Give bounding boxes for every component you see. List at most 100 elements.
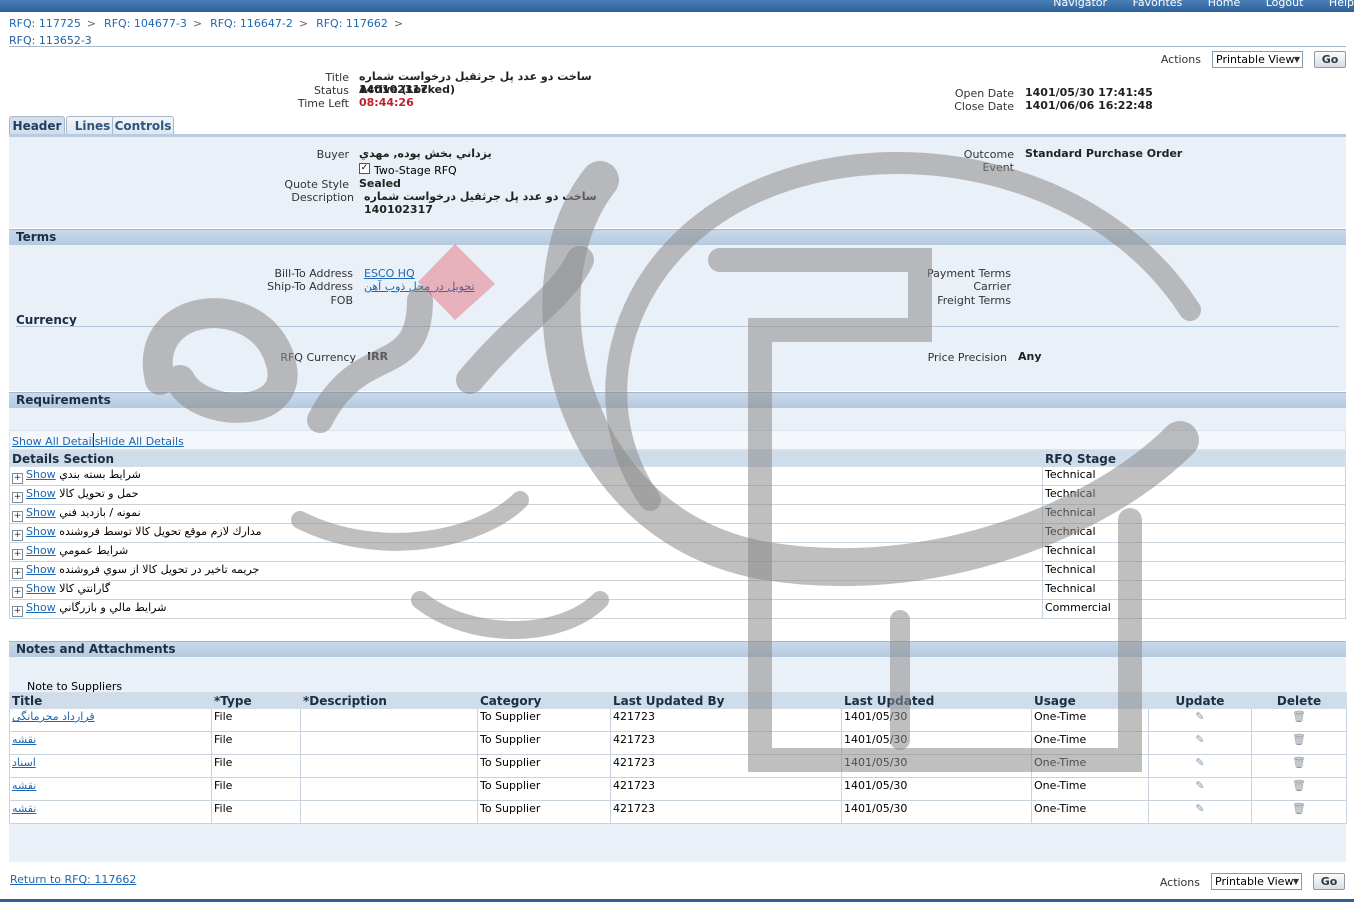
rfq-stage-cell: Technical bbox=[1042, 542, 1346, 562]
requirements-panel bbox=[9, 408, 1346, 430]
last-updated-by-cell: 421723 bbox=[610, 708, 842, 732]
trash-icon[interactable]: 🗑 bbox=[1292, 756, 1306, 769]
details-section-cell: + Show گارانتي كالا bbox=[9, 580, 1043, 600]
column-header: Update bbox=[1148, 692, 1252, 709]
close-date-value: 1401/06/06 16:22:48 bbox=[1025, 99, 1153, 112]
rfq-stage-cell: Technical bbox=[1042, 504, 1346, 524]
rfq-stage-cell: Technical bbox=[1042, 580, 1346, 600]
two-stage-checkbox[interactable]: ✓ bbox=[359, 163, 370, 174]
edit-pencil-icon[interactable]: ✎ bbox=[1195, 710, 1204, 723]
trash-icon[interactable]: 🗑 bbox=[1292, 802, 1306, 815]
favorites-menu[interactable]: Favorites bbox=[1133, 0, 1183, 9]
show-link[interactable]: Show bbox=[26, 506, 56, 519]
last-updated-by-cell: 421723 bbox=[610, 800, 842, 824]
usage-cell: One-Time bbox=[1031, 731, 1149, 755]
expand-icon[interactable]: + bbox=[12, 530, 23, 541]
expand-icon[interactable]: + bbox=[12, 549, 23, 560]
show-link[interactable]: Show bbox=[26, 487, 56, 500]
update-cell: ✎ bbox=[1148, 731, 1252, 755]
quote-style-value: Sealed bbox=[359, 177, 401, 190]
event-label: Event bbox=[982, 161, 1014, 174]
breadcrumb-separator: > bbox=[192, 17, 203, 30]
buyer-value: يزداني بخش پوده, مهدي bbox=[359, 147, 492, 160]
trash-icon[interactable]: 🗑 bbox=[1292, 779, 1306, 792]
hide-all-details-link[interactable]: Hide All Details bbox=[100, 435, 184, 448]
navigator-menu[interactable]: Navigator bbox=[1053, 0, 1107, 9]
actions-select-value: Printable View bbox=[1215, 875, 1294, 888]
edit-pencil-icon[interactable]: ✎ bbox=[1195, 779, 1204, 792]
status-label: Status bbox=[313, 84, 349, 97]
table-row: + Show شرايط بسته بندي Technical bbox=[9, 466, 1346, 486]
show-link[interactable]: Show bbox=[26, 525, 56, 538]
breadcrumb-link[interactable]: RFQ: 104677-3 bbox=[104, 17, 187, 30]
global-nav: Navigator Favorites Home Logout Help bbox=[1031, 0, 1354, 10]
expand-icon[interactable]: + bbox=[12, 473, 23, 484]
logout-link[interactable]: Logout bbox=[1266, 0, 1304, 9]
show-link[interactable]: Show bbox=[26, 544, 56, 557]
column-header: Details Section bbox=[9, 450, 1043, 467]
actions-select[interactable]: Printable View ▼ bbox=[1212, 51, 1303, 68]
attachment-title-link[interactable]: نقشه bbox=[12, 733, 36, 746]
actions-select[interactable]: Printable View ▼ bbox=[1211, 873, 1302, 890]
home-link[interactable]: Home bbox=[1208, 0, 1240, 9]
details-section-cell: + Show شرايط عمومي bbox=[9, 542, 1043, 562]
ship-to-label: Ship-To Address bbox=[267, 280, 353, 293]
section-name: حمل و تحويل كالا bbox=[59, 487, 139, 500]
details-section-cell: + Show مدارك لازم موقع تحويل كالا توسط فر… bbox=[9, 523, 1043, 543]
open-date-label: Open Date bbox=[954, 87, 1014, 100]
expand-icon[interactable]: + bbox=[12, 511, 23, 522]
rfq-stage-cell: Technical bbox=[1042, 466, 1346, 486]
show-link[interactable]: Show bbox=[26, 468, 56, 481]
details-section-cell: + Show نمونه / بازديد فني bbox=[9, 504, 1043, 524]
expand-icon[interactable]: + bbox=[12, 606, 23, 617]
go-button[interactable]: Go bbox=[1313, 873, 1345, 890]
breadcrumb: RFQ: 117725 > RFQ: 104677-3 > RFQ: 116647-2 >… bbox=[9, 17, 411, 30]
bill-to-link[interactable]: ESCO HQ bbox=[364, 267, 415, 280]
attachment-title-link[interactable]: نقشه bbox=[12, 779, 36, 792]
show-link[interactable]: Show bbox=[26, 563, 56, 576]
open-date-value: 1401/05/30 17:41:45 bbox=[1025, 86, 1153, 99]
last-updated-by-cell: 421723 bbox=[610, 754, 842, 778]
price-precision-value: Any bbox=[1018, 350, 1042, 363]
edit-pencil-icon[interactable]: ✎ bbox=[1195, 756, 1204, 769]
notes-section-header: Notes and Attachments bbox=[9, 641, 1346, 657]
section-name: نمونه / بازديد فني bbox=[59, 506, 141, 519]
section-name: شرايط مالي و بازرگاني bbox=[59, 601, 167, 614]
tab-controls[interactable]: Controls bbox=[112, 116, 174, 136]
go-button[interactable]: Go bbox=[1314, 51, 1346, 68]
show-link[interactable]: Show bbox=[26, 582, 56, 595]
delete-cell: 🗑 bbox=[1251, 777, 1347, 801]
usage-cell: One-Time bbox=[1031, 800, 1149, 824]
expand-icon[interactable]: + bbox=[12, 568, 23, 579]
help-link[interactable]: Help bbox=[1329, 0, 1354, 9]
ship-to-link[interactable]: تحویل در محل ذوب آهن bbox=[364, 280, 484, 293]
breadcrumb-link[interactable]: RFQ: 116647-2 bbox=[210, 17, 293, 30]
attachment-title-link[interactable]: اسناد bbox=[12, 756, 36, 769]
chevron-down-icon: ▼ bbox=[1293, 55, 1300, 64]
column-header: Usage bbox=[1031, 692, 1149, 709]
outcome-value: Standard Purchase Order bbox=[1025, 147, 1183, 160]
attachment-title-link[interactable]: قرارداد محرمانگی bbox=[12, 710, 95, 723]
last-updated-cell: 1401/05/30 bbox=[841, 708, 1032, 732]
attachment-title-link[interactable]: نقشه bbox=[12, 802, 36, 815]
trash-icon[interactable]: 🗑 bbox=[1292, 710, 1306, 723]
show-link[interactable]: Show bbox=[26, 601, 56, 614]
last-updated-cell: 1401/05/30 bbox=[841, 754, 1032, 778]
tab-header[interactable]: Header bbox=[9, 116, 65, 136]
breadcrumb-link[interactable]: RFQ: 117662 bbox=[316, 17, 388, 30]
currency-heading: Currency bbox=[16, 313, 77, 327]
edit-pencil-icon[interactable]: ✎ bbox=[1195, 733, 1204, 746]
description-cell bbox=[300, 800, 478, 824]
breadcrumb-separator: > bbox=[86, 17, 97, 30]
delete-cell: 🗑 bbox=[1251, 708, 1347, 732]
expand-icon[interactable]: + bbox=[12, 587, 23, 598]
expand-icon[interactable]: + bbox=[12, 492, 23, 503]
return-link[interactable]: Return to RFQ: 117662 bbox=[10, 873, 136, 886]
breadcrumb-link[interactable]: RFQ: 117725 bbox=[9, 17, 81, 30]
table-row: قرارداد محرمانگی File To Supplier 421723 140… bbox=[9, 708, 1347, 732]
edit-pencil-icon[interactable]: ✎ bbox=[1195, 802, 1204, 815]
trash-icon[interactable]: 🗑 bbox=[1292, 733, 1306, 746]
show-all-details-link[interactable]: Show All Details bbox=[12, 435, 100, 448]
details-section-cell: + Show جريمه تاخير در تحويل كالا از سوي ف… bbox=[9, 561, 1043, 581]
title-label: Title bbox=[325, 71, 349, 84]
